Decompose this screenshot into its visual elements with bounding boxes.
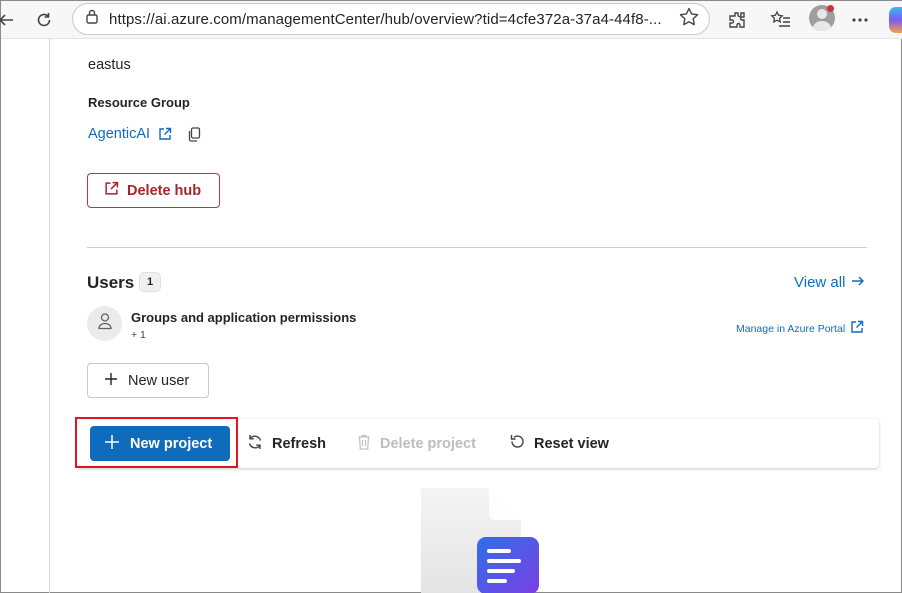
refresh-label: Refresh [272,435,326,452]
refresh-page-icon[interactable] [31,7,57,33]
delete-hub-label: Delete hub [127,182,202,199]
copy-icon[interactable] [188,127,201,142]
group-member-count: + 1 [131,329,146,341]
refresh-button[interactable]: Refresh [246,426,326,461]
more-options-icon[interactable] [847,7,873,33]
extensions-icon[interactable] [724,7,750,33]
notification-dot [827,5,834,12]
view-all-label[interactable]: View all [794,274,845,291]
new-user-label: New user [128,372,190,389]
left-nav-divider [49,39,50,593]
delete-project-label: Delete project [380,435,476,452]
arrow-right-icon[interactable] [851,274,865,291]
address-bar[interactable]: https://ai.azure.com/managementCenter/hu… [72,3,710,35]
site-info-icon[interactable] [85,9,99,29]
open-external-icon[interactable] [158,127,172,141]
trash-icon [356,433,372,455]
view-all-link[interactable]: View all [794,274,865,291]
reset-view-label: Reset view [534,435,609,452]
manage-azure-portal-link[interactable]: Manage in Azure Portal [736,320,864,337]
plus-icon [104,372,118,390]
open-external-icon [104,181,119,200]
browser-toolbar: https://ai.azure.com/managementCenter/hu… [0,1,902,39]
favorites-list-icon[interactable] [768,7,794,33]
highlight-box [75,417,238,468]
person-icon [97,312,113,335]
new-user-button[interactable]: New user [87,363,209,398]
users-count-badge: 1 [139,272,161,292]
resource-group-link[interactable]: AgenticAI [88,126,172,142]
refresh-icon [246,433,264,455]
copilot-icon[interactable] [889,7,902,33]
open-external-icon[interactable] [850,320,864,337]
resource-group-label: Resource Group [88,95,190,110]
manage-azure-portal-label[interactable]: Manage in Azure Portal [736,323,845,335]
group-avatar [87,306,122,341]
resource-group-link-text[interactable]: AgenticAI [88,126,150,142]
users-heading: Users [87,273,135,292]
reset-view-button[interactable]: Reset view [509,426,609,461]
delete-hub-button[interactable]: Delete hub [87,173,220,208]
url-text: https://ai.azure.com/managementCenter/hu… [109,10,662,28]
group-name: Groups and application permissions [131,310,357,325]
empty-state-document-illustration [421,488,539,593]
location-value: eastus [88,57,131,73]
section-divider [87,247,867,248]
favorite-star-icon[interactable] [678,6,700,28]
reset-icon [509,433,526,454]
delete-project-button[interactable]: Delete project [356,426,476,461]
back-arrow-icon[interactable] [0,7,19,33]
